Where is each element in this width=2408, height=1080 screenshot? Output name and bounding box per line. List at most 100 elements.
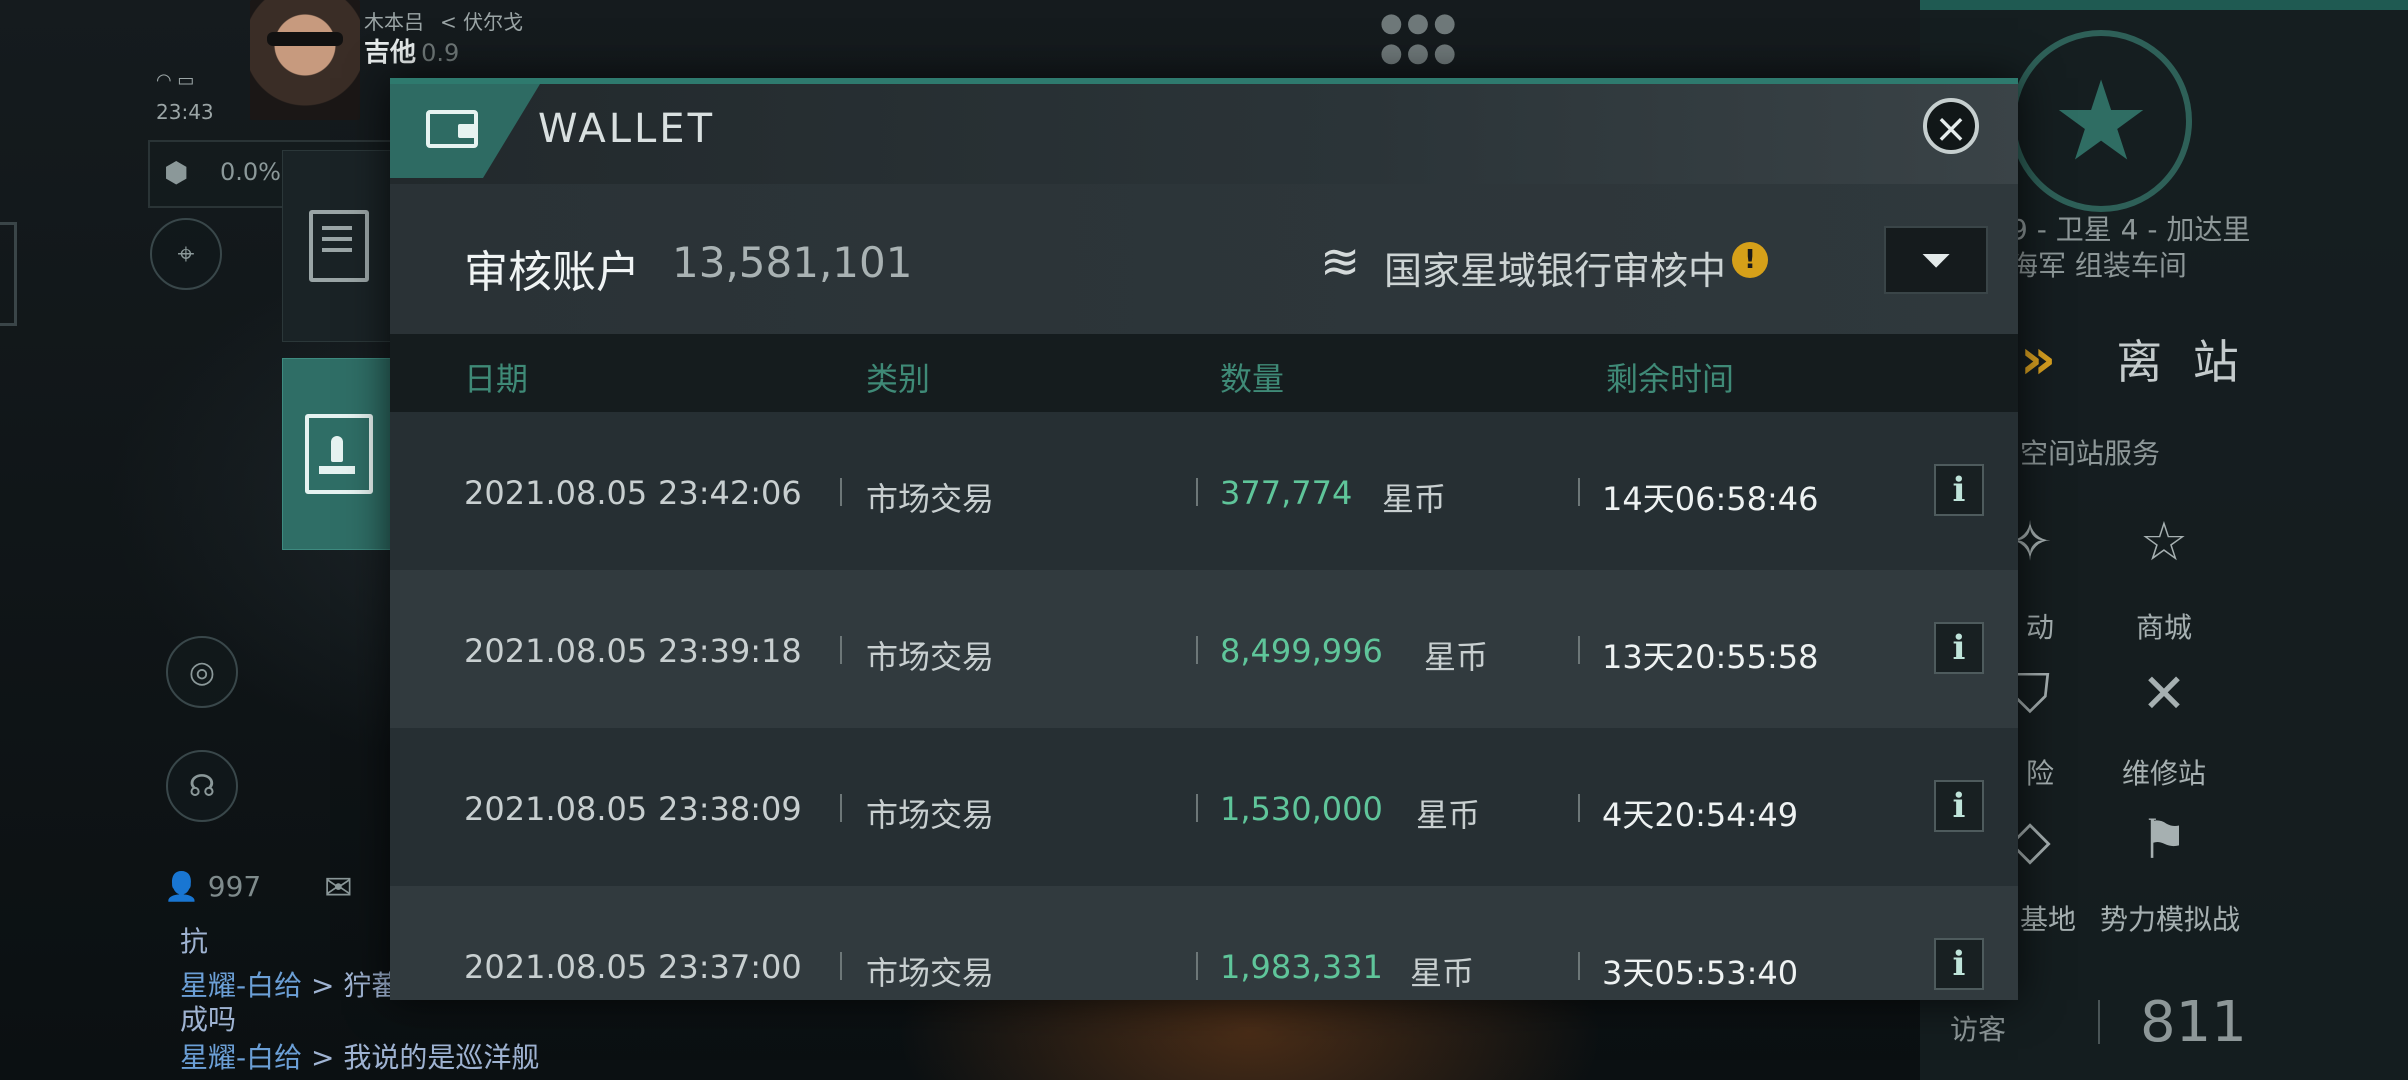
person-icon: 👤 <box>164 870 199 903</box>
row-remaining: 3天05:53:40 <box>1602 954 1799 992</box>
top-center-dots-icon[interactable]: ●●● ●●● <box>1380 8 1460 68</box>
location-pin-icon[interactable]: ⌖ <box>150 218 222 290</box>
service-label[interactable]: 维修站 <box>2094 752 2234 792</box>
target-icon[interactable]: ◎ <box>166 636 238 708</box>
row-time: 23:37:00 <box>658 948 802 986</box>
tab-wallet-audit[interactable] <box>282 358 396 550</box>
filter-button[interactable]: ⏷ <box>1884 226 1988 294</box>
pilot-avatar[interactable] <box>250 0 360 120</box>
flags-icon[interactable]: ⚑ <box>2104 808 2224 871</box>
tab-documents[interactable] <box>282 150 396 342</box>
divider <box>1578 478 1580 506</box>
account-label: 审核账户 <box>464 247 640 298</box>
row-currency: 星币 <box>1410 954 1475 992</box>
table-header: 日期 类别 数量 剩余时间 <box>390 334 2018 412</box>
chat-text: 抗 <box>180 925 209 958</box>
row-amount: 377,774 <box>1220 474 1353 512</box>
wallet-icon <box>426 110 478 148</box>
system-name[interactable]: < 伏尔戈 <box>440 6 523 35</box>
divider <box>1578 952 1580 980</box>
pilot-info: 吉他 0.9 <box>364 32 459 69</box>
online-count: 👤 997 <box>164 870 261 903</box>
pilot-name: 吉他 <box>364 38 417 68</box>
chat-line[interactable]: 星耀-白给 > 我说的是巡洋舰 <box>180 1036 539 1076</box>
table-row[interactable]: 2021.08.05 23:38:09 市场交易 1,530,000 星币 4天… <box>390 728 2018 886</box>
row-time: 23:38:09 <box>658 790 802 828</box>
chat-line: 抗 <box>180 920 208 960</box>
row-currency: 星币 <box>1382 480 1447 518</box>
shop-icon[interactable]: ☆ <box>2104 510 2224 573</box>
stamp-icon <box>305 414 373 494</box>
undock-button[interactable]: » 离 站 <box>2020 320 2408 398</box>
row-currency: 星币 <box>1424 638 1489 676</box>
chat-message: > 狞蕃 <box>311 969 400 1002</box>
station-panel-topbar <box>1920 0 2408 10</box>
row-remaining: 13天20:55:58 <box>1602 638 1819 676</box>
column-amount: 数量 <box>1220 360 1285 398</box>
chat-text: 成吗 <box>180 1003 237 1036</box>
divider <box>1196 952 1198 980</box>
service-label[interactable]: 势力模拟战 <box>2090 898 2250 938</box>
wifi-battery-icon: ◠ ▭ <box>156 70 195 91</box>
close-button[interactable]: × <box>1923 98 1979 154</box>
row-date: 2021.08.05 <box>464 632 648 670</box>
divider <box>840 636 842 664</box>
row-category: 市场交易 <box>866 480 995 518</box>
row-currency: 星币 <box>1416 796 1481 834</box>
row-time: 23:42:06 <box>658 474 802 512</box>
row-amount: 1,983,331 <box>1220 948 1383 986</box>
info-button[interactable]: i <box>1934 938 1984 990</box>
table-row[interactable]: 2021.08.05 23:37:00 市场交易 1,983,331 星币 3天… <box>390 886 2018 1000</box>
cargo-percent: 0.0% <box>220 158 281 186</box>
row-remaining: 4天20:54:49 <box>1602 796 1799 834</box>
headset-icon[interactable]: ☊ <box>166 750 238 822</box>
info-button[interactable]: i <box>1934 780 1984 832</box>
row-remaining: 14天06:58:46 <box>1602 480 1819 518</box>
column-remaining: 剩余时间 <box>1606 360 1735 398</box>
mail-icon[interactable]: ✉ <box>324 868 353 908</box>
repair-icon[interactable]: ✕ <box>2104 662 2224 725</box>
chat-channel[interactable]: 星耀-白给 <box>180 1041 302 1074</box>
table-row[interactable]: 2021.08.05 23:39:18 市场交易 8,499,996 星币 13… <box>390 570 2018 728</box>
filter-icon: ⏷ <box>1920 238 1952 282</box>
row-amount: 8,499,996 <box>1220 632 1383 670</box>
row-time: 23:39:18 <box>658 632 802 670</box>
wallet-dialog: WALLET × 审核账户 13,581,101 ≋ 国家星域银行审核中 ! ⏷… <box>390 78 2018 1000</box>
divider <box>1196 794 1198 822</box>
info-button[interactable]: i <box>1934 622 1984 674</box>
station-services-title: 空间站服务 <box>2020 437 2161 470</box>
chat-message: > 我说的是巡洋舰 <box>311 1041 540 1074</box>
info-button[interactable]: i <box>1934 464 1984 516</box>
row-date: 2021.08.05 <box>464 790 648 828</box>
table-row[interactable]: 2021.08.05 23:42:06 市场交易 377,774 星币 14天0… <box>390 412 2018 570</box>
left-edge-tab[interactable] <box>0 222 17 326</box>
visitor-count: 811 <box>2140 990 2247 1055</box>
undock-label: 离 站 <box>2116 335 2247 389</box>
document-icon <box>309 210 369 282</box>
row-category: 市场交易 <box>866 638 995 676</box>
row-date: 2021.08.05 <box>464 948 648 986</box>
divider <box>840 952 842 980</box>
divider <box>840 478 842 506</box>
row-amount: 1,530,000 <box>1220 790 1383 828</box>
bank-status: 国家星域银行审核中 <box>1384 249 1727 293</box>
divider <box>840 794 842 822</box>
service-label[interactable]: 商城 <box>2094 606 2234 646</box>
account-bar: 审核账户 13,581,101 ≋ 国家星域银行审核中 ! ⏷ <box>390 184 2018 334</box>
row-category: 市场交易 <box>866 796 995 834</box>
column-date: 日期 <box>464 360 529 398</box>
row-date: 2021.08.05 <box>464 474 648 512</box>
divider <box>2098 1000 2100 1044</box>
divider <box>1578 636 1580 664</box>
warning-icon[interactable]: ! <box>1732 242 1768 278</box>
bank-waves-icon: ≋ <box>1320 234 1361 290</box>
divider <box>1196 478 1198 506</box>
faction-emblem-icon: ★ <box>2010 30 2192 212</box>
divider <box>1196 636 1198 664</box>
clock: 23:43 <box>156 100 214 124</box>
station-location-line1: 9 - 卫星 4 - 加达里 <box>2010 213 2251 246</box>
column-category: 类别 <box>866 360 931 398</box>
wallet-title: WALLET <box>538 106 716 152</box>
undock-chevron-icon: » <box>2020 326 2057 392</box>
corp-name: 木本吕 <box>364 10 424 34</box>
